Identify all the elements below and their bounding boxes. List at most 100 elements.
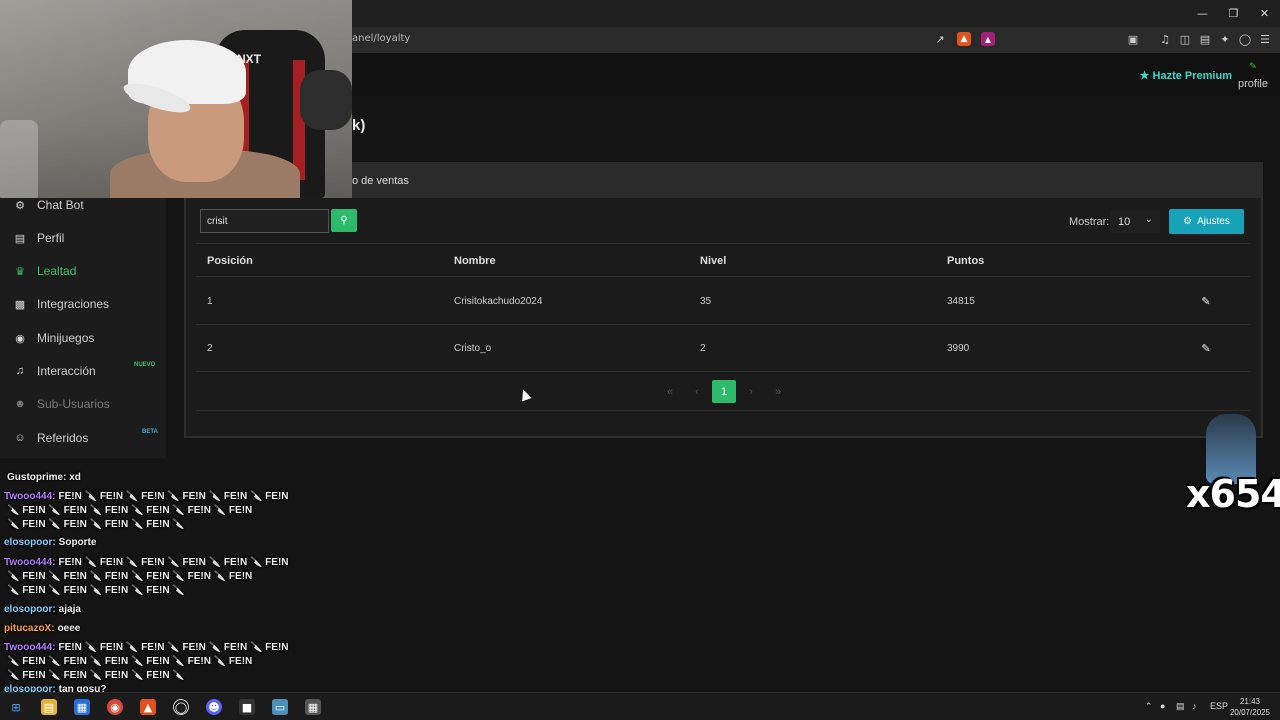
microphone-icon[interactable]: ● [1160, 701, 1165, 711]
pencil-icon[interactable]: ✎ [1199, 341, 1213, 355]
volume-icon[interactable]: ♪ [1192, 701, 1197, 711]
sidebar-icon[interactable]: ◫ [1178, 32, 1192, 46]
cell-position: 1 [207, 296, 213, 307]
page-title: k) [352, 117, 366, 134]
minimize-icon[interactable]: — [1187, 0, 1218, 27]
network-icon[interactable]: ▤ [1176, 701, 1185, 712]
chat-message: elosopoor: Soporte [4, 537, 97, 548]
clock-date: 20/07/2025 [1229, 708, 1270, 717]
robot-icon: ⚙ [15, 199, 25, 212]
chat-message: 🔪 FE!N 🔪 FE!N 🔪 FE!N 🔪 FE!N 🔪 [7, 585, 185, 596]
sidebar-item-label: Chat Bot [37, 198, 84, 212]
leo-icon[interactable]: ✦ [1218, 32, 1232, 46]
sidebar-item-minijuegos[interactable]: ◉ Minijuegos [12, 331, 94, 345]
app-icon[interactable]: ▭ [272, 699, 288, 715]
sidebar-item-sub-usuarios[interactable]: ☻ Sub-Usuarios [12, 397, 110, 411]
sidebar-item-perfil[interactable]: ▤ Perfil [12, 231, 65, 245]
last-page-icon[interactable]: » [766, 380, 790, 403]
obs-icon[interactable]: ◯ [173, 699, 189, 715]
close-icon[interactable]: ✕ [1249, 0, 1280, 27]
profile-link[interactable]: ✎ profile [1238, 63, 1268, 91]
next-page-icon[interactable]: › [739, 380, 763, 403]
sidebar-item-interaccion[interactable]: ♫ Interacción [12, 364, 96, 378]
search-input[interactable] [200, 209, 329, 233]
cell-name: Cristo_o [454, 343, 492, 354]
chat-message: 🔪 FE!N 🔪 FE!N 🔪 FE!N 🔪 FE!N 🔪 [7, 670, 185, 681]
store-icon[interactable]: ▦ [74, 699, 90, 715]
premium-link[interactable]: ★ Hazte Premium [1140, 69, 1232, 82]
sidebar-item-label: Minijuegos [37, 331, 95, 345]
sidebar-item-chat-bot[interactable]: ⚙ Chat Bot [12, 198, 84, 212]
screenshot-icon[interactable]: ▣ [1126, 32, 1140, 46]
sidebar-item-label: Integraciones [37, 297, 110, 311]
chat-message: elosopoor: ajaja [4, 604, 81, 615]
tray-chevron-icon[interactable]: ⌃ [1145, 701, 1153, 712]
cell-points: 34815 [947, 296, 975, 307]
brave-shield-icon[interactable]: ▲ [957, 32, 971, 46]
sticker-counter: x654 [1186, 472, 1280, 516]
cell-level: 2 [700, 343, 706, 354]
wallet-icon[interactable]: ▤ [1198, 32, 1212, 46]
chat-overlay: Gustoprime: xd Twooo444: FE!N 🔪 FE!N 🔪 FE… [0, 470, 320, 696]
window-controls: — ❐ ✕ [1187, 0, 1280, 27]
column-header-nombre[interactable]: Nombre [454, 255, 496, 267]
webcam-bottle [0, 120, 38, 198]
dancing-sticker: x654 [1186, 412, 1280, 516]
table-row: 2 Cristo_o 2 3990 ✎ [196, 325, 1250, 372]
brave-icon[interactable]: ▲ [140, 699, 156, 715]
sidebar-item-referidos[interactable]: ☺ Referidos [12, 431, 88, 445]
tab-ventas[interactable]: o de ventas [352, 175, 409, 187]
sidebar-item-label: Interacción [37, 364, 96, 378]
chat-message: Twooo444: FE!N 🔪 FE!N 🔪 FE!N 🔪 FE!N 🔪 FE!… [4, 491, 289, 502]
column-header-posicion[interactable]: Posición [207, 255, 253, 267]
pagination: « ‹ 1 › » [658, 380, 793, 403]
table-header: Posición Nombre Nivel Puntos [196, 243, 1250, 277]
menu-icon[interactable]: ☰ [1258, 32, 1272, 46]
clock[interactable]: 21:43 20/07/2025 [1230, 696, 1270, 718]
brave-rewards-icon[interactable]: ▲ [981, 32, 995, 46]
screen: — ❐ ✕ anel/loyalty ↗ ▲ ▲ ▣ ♫ ◫ ▤ ✦ ◯ ☰ ★… [0, 0, 1280, 720]
profile-edit-icon: ✎ [1249, 62, 1257, 72]
file-explorer-icon[interactable]: ▤ [41, 699, 57, 715]
sidebar-item-label: Referidos [37, 431, 89, 445]
sidebar-item-label: Sub-Usuarios [37, 397, 110, 411]
discord-icon[interactable]: ☻ [206, 699, 222, 715]
chrome-icon[interactable]: ◉ [107, 699, 123, 715]
calculator-icon[interactable]: ▦ [305, 699, 321, 715]
chat-message: Twooo444: FE!N 🔪 FE!N 🔪 FE!N 🔪 FE!N 🔪 FE!… [4, 642, 289, 653]
music-icon[interactable]: ♫ [1158, 32, 1172, 46]
epic-games-icon[interactable]: ■ [239, 699, 255, 715]
webcam-microphone [300, 70, 352, 130]
language-indicator[interactable]: ESP [1210, 701, 1228, 711]
new-badge: NUEVO [134, 362, 156, 368]
search-button[interactable]: ⚲ [331, 209, 357, 232]
chevron-down-icon: ⌄ [1144, 214, 1153, 225]
chat-message: pitucazoX: oeee [4, 623, 81, 634]
page-size-select[interactable]: 10 ⌄ [1110, 210, 1160, 233]
chat-message: 🔪 FE!N 🔪 FE!N 🔪 FE!N 🔪 FE!N 🔪 [7, 519, 185, 530]
webcam-overlay: NXT [0, 0, 352, 198]
share-icon[interactable]: ↗ [933, 32, 947, 46]
chat-message: 🔪 FE!N 🔪 FE!N 🔪 FE!N 🔪 FE!N 🔪 FE!N 🔪 FE!… [7, 505, 253, 516]
sidebar-item-integraciones[interactable]: ▩ Integraciones [12, 297, 109, 311]
trophy-icon: ♛ [15, 265, 25, 278]
chat-message: 🔪 FE!N 🔪 FE!N 🔪 FE!N 🔪 FE!N 🔪 FE!N 🔪 FE!… [7, 656, 253, 667]
chat-message: 🔪 FE!N 🔪 FE!N 🔪 FE!N 🔪 FE!N 🔪 FE!N 🔪 FE!… [7, 571, 253, 582]
users-icon: ☻ [14, 398, 26, 410]
sidebar-item-lealtad[interactable]: ♛ Lealtad [12, 264, 76, 278]
first-page-icon[interactable]: « [658, 380, 682, 403]
column-header-puntos[interactable]: Puntos [947, 255, 984, 267]
clock-time: 21:43 [1239, 697, 1260, 706]
column-header-nivel[interactable]: Nivel [700, 255, 726, 267]
pencil-icon[interactable]: ✎ [1199, 294, 1213, 308]
profile-label: profile [1238, 78, 1268, 90]
sidebar-item-label: Lealtad [37, 264, 77, 278]
ajustes-button[interactable]: ⚙ Ajustes [1169, 209, 1244, 234]
premium-label: Hazte Premium [1152, 70, 1232, 82]
prev-page-icon[interactable]: ‹ [685, 380, 709, 403]
url-text[interactable]: anel/loyalty [352, 33, 410, 44]
vpn-icon[interactable]: ◯ [1238, 32, 1252, 46]
windows-start-icon[interactable]: ⊞ [8, 699, 24, 715]
restore-icon[interactable]: ❐ [1218, 0, 1249, 27]
page-button-current[interactable]: 1 [712, 380, 736, 403]
